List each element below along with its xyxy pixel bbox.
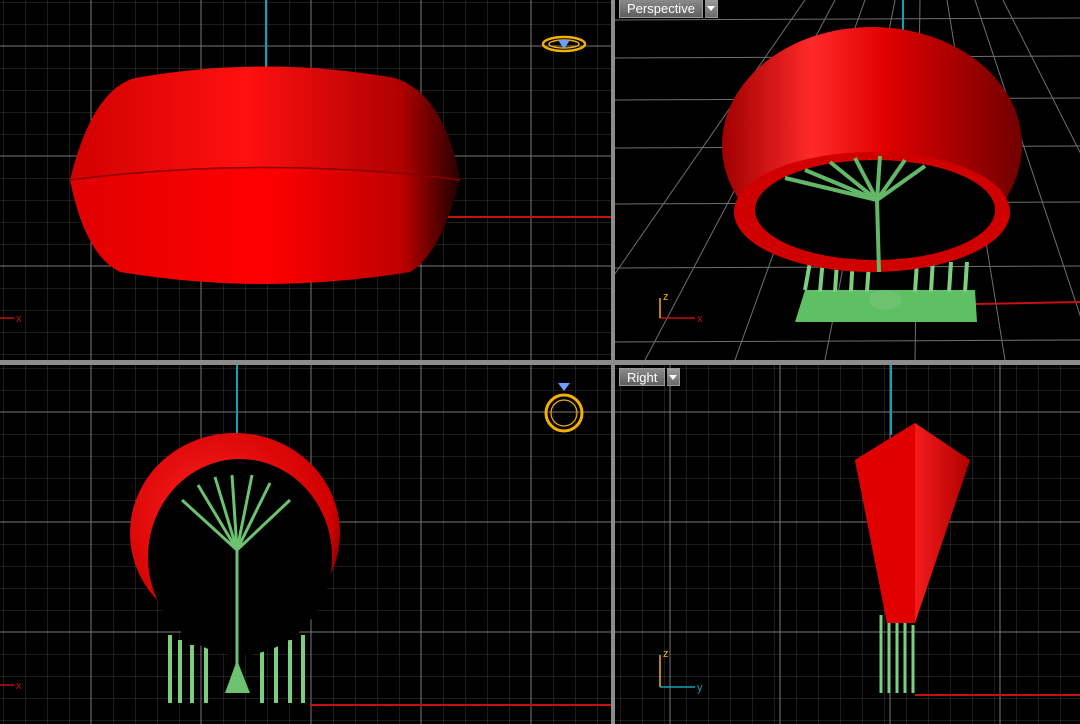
- viewport-top-left[interactable]: x: [0, 0, 611, 360]
- axis-x-label: x: [697, 313, 703, 325]
- ring-band-lower: [70, 167, 460, 284]
- viewport-right[interactable]: y z Right: [615, 365, 1080, 724]
- viewport-name[interactable]: Right: [619, 368, 666, 386]
- viewport-front[interactable]: x: [0, 365, 611, 724]
- viewport-name[interactable]: Perspective: [619, 0, 703, 18]
- axis-x-label: x: [16, 680, 22, 692]
- axis-z-label: z: [663, 648, 669, 660]
- chevron-down-icon[interactable]: [704, 0, 718, 18]
- ring-inner-hole: [148, 459, 332, 655]
- viewport-title-right[interactable]: Right: [619, 368, 681, 386]
- viewport-perspective[interactable]: x z Perspective: [615, 0, 1080, 360]
- viewport-front-canvas: x: [0, 365, 611, 724]
- viewport-title-perspective[interactable]: Perspective: [619, 0, 718, 18]
- axis-x-label: x: [16, 313, 22, 325]
- axis-z-label: z: [663, 291, 669, 303]
- chevron-down-icon[interactable]: [667, 368, 681, 386]
- viewport-perspective-canvas: x z: [615, 0, 1080, 360]
- ring-band-upper: [70, 66, 460, 180]
- viewport-top-left-canvas: x: [0, 0, 611, 360]
- axis-y-label: y: [697, 682, 703, 694]
- ring-inner-hole: [755, 160, 995, 260]
- viewport-right-canvas: y z: [615, 365, 1080, 724]
- viewport-divider-horizontal[interactable]: [0, 360, 1080, 365]
